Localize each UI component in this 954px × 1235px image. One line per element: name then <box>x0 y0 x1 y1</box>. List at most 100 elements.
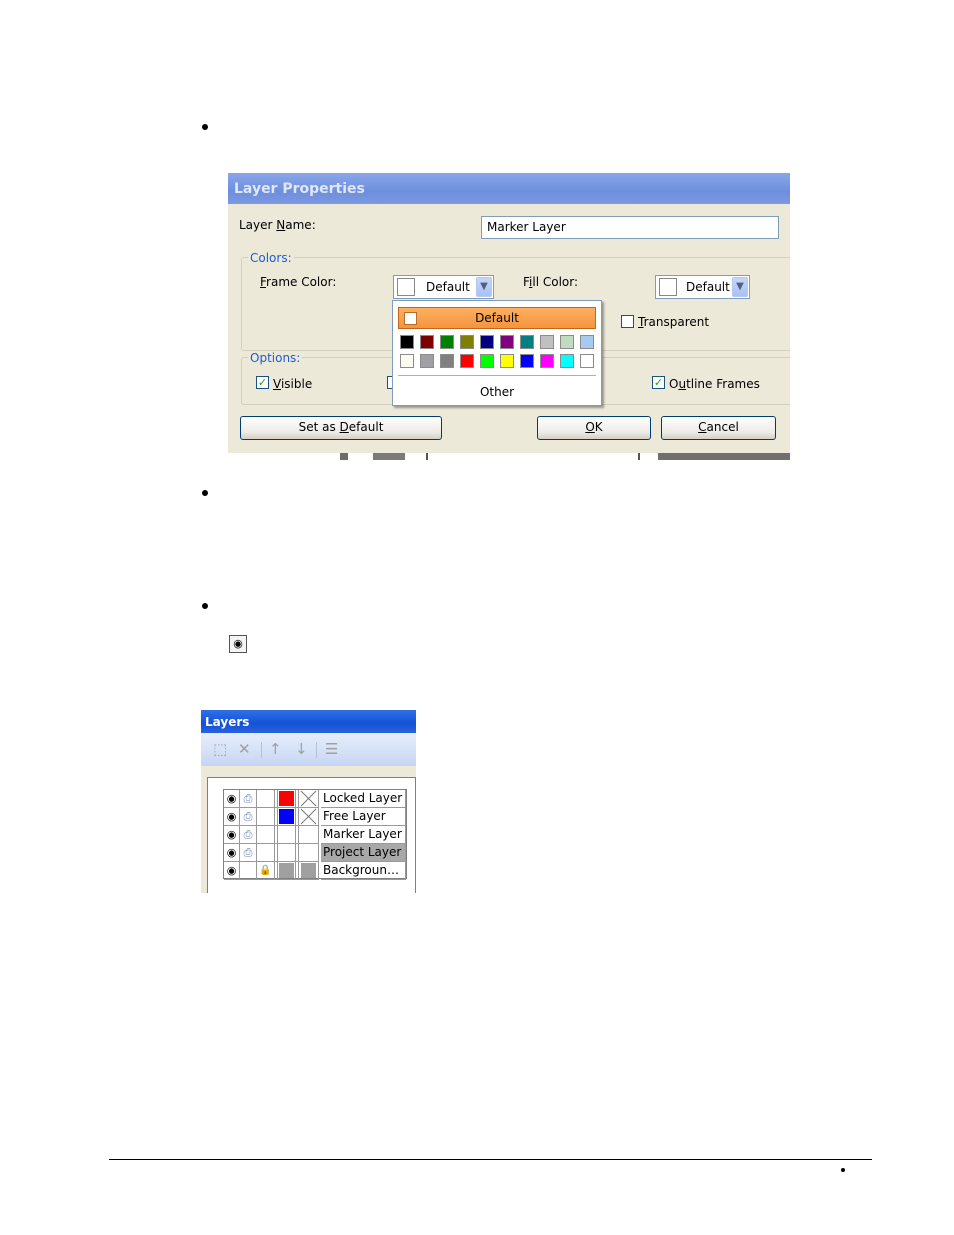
color-swatch[interactable] <box>460 335 474 349</box>
print-icon[interactable]: ⎙ <box>240 844 257 862</box>
color-swatch[interactable] <box>500 335 514 349</box>
dialog-title-bar: Layer Properties <box>228 173 790 204</box>
options-group-label: Options: <box>248 351 303 365</box>
no-fill-icon <box>300 808 317 825</box>
chevron-down-icon[interactable]: ▼ <box>732 277 748 297</box>
fill-color-cell[interactable] <box>299 844 319 862</box>
fill-color-swatch <box>301 863 316 878</box>
visibility-eye-icon[interactable]: ◉ <box>224 808 240 826</box>
layer-name: Backgroun… <box>323 863 399 877</box>
frame-color-swatch <box>279 863 294 878</box>
color-swatch[interactable] <box>460 354 474 368</box>
print-icon[interactable]: ⎙ <box>240 790 257 808</box>
layers-grid: ◉ ⎙ Locked Layer ◉ ⎙ Free Layer ◉ ⎙ Marker Layer… <box>223 789 407 880</box>
fill-color-label: Fill Color: <box>523 275 579 289</box>
color-swatch[interactable] <box>560 354 574 368</box>
visible-label: Visible <box>273 377 313 391</box>
fill-color-value: Default <box>686 280 730 294</box>
underlying-window-strip <box>228 453 790 460</box>
color-swatch[interactable] <box>540 335 554 349</box>
new-layer-icon[interactable]: ⬚ <box>213 740 227 758</box>
delete-icon[interactable]: ✕ <box>238 740 251 758</box>
fill-color-cell[interactable] <box>299 790 319 808</box>
fill-color-combo[interactable]: Default ▼ <box>655 275 750 299</box>
lock-icon[interactable] <box>257 790 275 808</box>
popup-default-option[interactable]: Default <box>398 307 596 329</box>
fill-color-cell[interactable] <box>299 826 319 844</box>
print-icon[interactable]: ⎙ <box>240 826 257 844</box>
layers-panel: Layers ⬚ ✕ ↑ ↓ ☰ ◉ ⎙ Locked Layer ◉ ⎙ Free La… <box>201 710 416 893</box>
layer-row[interactable]: ◉ ⎙ Free Layer <box>224 808 406 826</box>
color-swatch[interactable] <box>500 354 514 368</box>
frame-color-value: Default <box>426 280 470 294</box>
color-swatch[interactable] <box>400 354 414 368</box>
color-swatch[interactable] <box>560 335 574 349</box>
lock-icon[interactable] <box>257 808 275 826</box>
set-as-default-button[interactable]: Set as Default <box>240 416 442 440</box>
frame-color-swatch <box>279 827 294 842</box>
color-swatch[interactable] <box>420 354 434 368</box>
color-swatch[interactable] <box>520 354 534 368</box>
layer-row[interactable]: ◉ ⎙ Locked Layer <box>224 790 406 808</box>
footer-bullet <box>841 1168 845 1172</box>
frame-color-cell[interactable] <box>278 826 296 844</box>
layer-name-input[interactable]: Marker Layer <box>481 216 779 239</box>
layer-name-label: Layer Name: <box>239 218 316 232</box>
layer-name-cell[interactable]: Backgroun… <box>321 862 406 880</box>
color-swatch[interactable] <box>440 335 454 349</box>
frame-color-cell[interactable] <box>278 790 296 808</box>
ok-button[interactable]: OK <box>537 416 651 440</box>
color-swatch[interactable] <box>400 335 414 349</box>
move-down-icon[interactable]: ↓ <box>295 740 308 758</box>
layer-row[interactable]: ◉ ⎙ Project Layer <box>224 844 406 862</box>
popup-other-option[interactable]: Other <box>393 385 601 399</box>
print-icon[interactable]: ⎙ <box>240 808 257 826</box>
frame-color-cell[interactable] <box>278 862 296 880</box>
dialog-title: Layer Properties <box>234 181 365 197</box>
move-up-icon[interactable]: ↑ <box>269 740 282 758</box>
chevron-down-icon[interactable]: ▼ <box>476 277 492 297</box>
transparent-label: Transparent <box>638 315 710 329</box>
fill-color-swatch <box>659 278 677 296</box>
lock-icon[interactable] <box>257 826 275 844</box>
visibility-eye-icon[interactable]: ◉ <box>224 790 240 808</box>
layer-name-cell[interactable]: Locked Layer <box>321 790 406 808</box>
visibility-eye-icon[interactable]: ◉ <box>224 844 240 862</box>
transparent-checkbox[interactable] <box>621 315 634 328</box>
visibility-eye-icon[interactable]: ◉ <box>224 826 240 844</box>
visibility-eye-icon: ◉ <box>229 635 247 653</box>
frame-color-cell[interactable] <box>278 844 296 862</box>
color-swatch[interactable] <box>420 335 434 349</box>
print-icon[interactable] <box>240 862 257 880</box>
visible-checkbox[interactable]: ✓ <box>256 376 269 389</box>
layer-name-cell[interactable]: Marker Layer <box>321 826 406 844</box>
color-swatch[interactable] <box>520 335 534 349</box>
layer-row[interactable]: ◉ ⎙ Marker Layer <box>224 826 406 844</box>
color-swatch[interactable] <box>480 335 494 349</box>
fill-color-cell[interactable] <box>299 862 319 880</box>
fill-color-cell[interactable] <box>299 808 319 826</box>
bullet-2 <box>202 490 208 496</box>
frame-color-swatch <box>279 791 294 806</box>
color-swatch[interactable] <box>480 354 494 368</box>
popup-divider <box>398 375 596 376</box>
color-swatch[interactable] <box>580 335 594 349</box>
frame-color-label: Frame Color: <box>260 275 337 289</box>
lock-icon[interactable] <box>257 844 275 862</box>
layer-row[interactable]: ◉ 🔒 Backgroun… <box>224 862 406 880</box>
color-swatch[interactable] <box>580 354 594 368</box>
layer-name-cell[interactable]: Free Layer <box>321 808 406 826</box>
outline-frames-checkbox[interactable]: ✓ <box>652 376 665 389</box>
frame-color-cell[interactable] <box>278 808 296 826</box>
cancel-button[interactable]: Cancel <box>661 416 776 440</box>
layers-title-bar: Layers <box>201 710 416 733</box>
layer-name: Free Layer <box>323 809 386 823</box>
color-swatch[interactable] <box>440 354 454 368</box>
color-swatch[interactable] <box>540 354 554 368</box>
layer-name-cell[interactable]: Project Layer <box>321 844 406 862</box>
layer-properties-icon[interactable]: ☰ <box>325 740 338 758</box>
bullet-3 <box>202 603 208 609</box>
visibility-eye-icon[interactable]: ◉ <box>224 862 240 880</box>
lock-icon[interactable]: 🔒 <box>257 862 275 880</box>
frame-color-combo[interactable]: Default ▼ <box>393 275 494 299</box>
